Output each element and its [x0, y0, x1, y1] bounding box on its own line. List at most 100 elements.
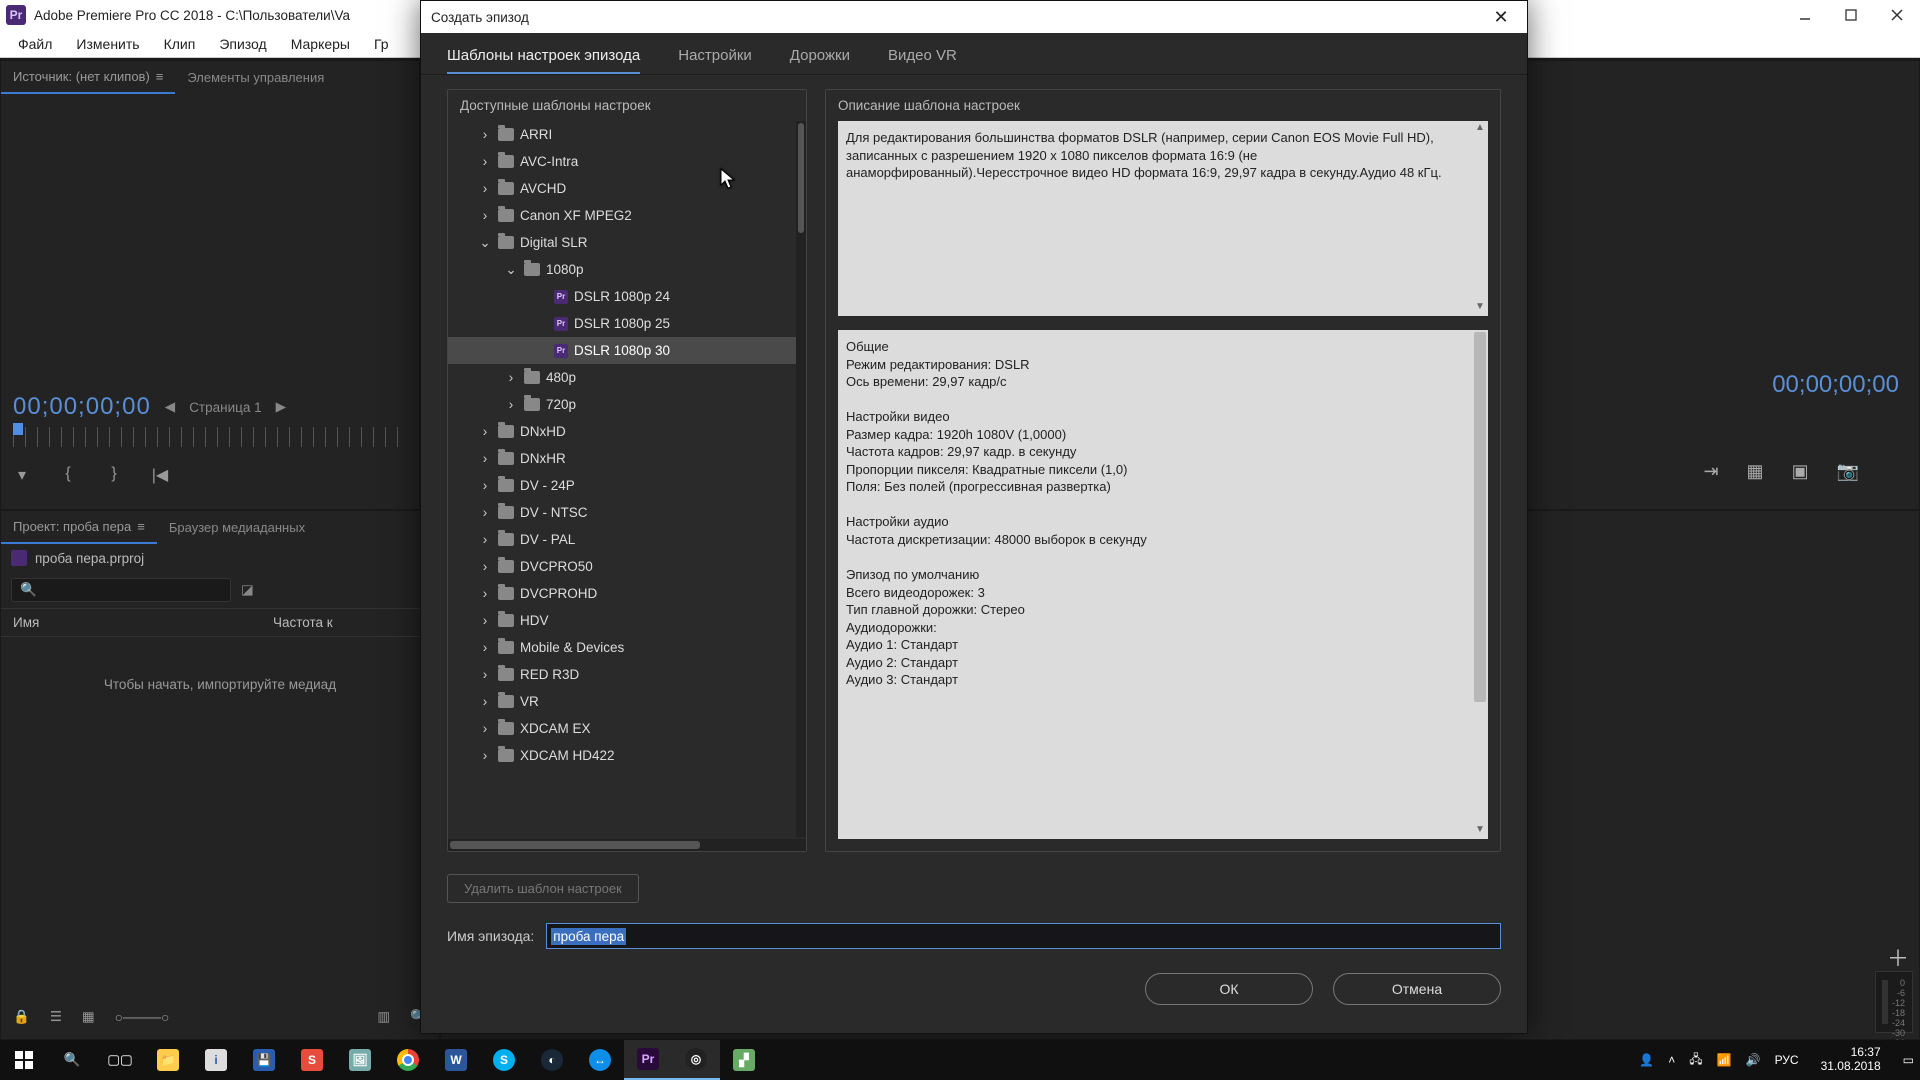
- overwrite-icon[interactable]: ▦: [1747, 461, 1764, 482]
- preset-folder[interactable]: ›XDCAM EX: [448, 715, 806, 742]
- column-rate[interactable]: Частота к: [273, 615, 333, 630]
- source-ruler[interactable]: [13, 427, 407, 447]
- lock-icon[interactable]: 🔒: [13, 1009, 30, 1025]
- chevron-right-icon[interactable]: ›: [478, 721, 492, 736]
- chevron-right-icon[interactable]: ›: [504, 370, 518, 385]
- tree-scrollbar[interactable]: [796, 121, 806, 837]
- step-back-icon[interactable]: |◀: [151, 465, 169, 485]
- delete-preset-button[interactable]: Удалить шаблон настроек: [447, 874, 639, 903]
- list-view-icon[interactable]: ☰: [50, 1009, 62, 1025]
- chevron-right-icon[interactable]: ›: [478, 154, 492, 169]
- preset-item[interactable]: PrDSLR 1080p 24: [448, 283, 806, 310]
- chevron-down-icon[interactable]: ⌄: [504, 262, 518, 278]
- preset-folder[interactable]: ›HDV: [448, 607, 806, 634]
- preset-folder[interactable]: ›DV - NTSC: [448, 499, 806, 526]
- preset-folder[interactable]: ›DVCPRO50: [448, 553, 806, 580]
- marker-icon[interactable]: ▾: [13, 465, 31, 485]
- menu-гр[interactable]: Гр: [362, 32, 401, 56]
- preset-folder[interactable]: ›AVCHD: [448, 175, 806, 202]
- chevron-right-icon[interactable]: ›: [478, 127, 492, 142]
- column-name[interactable]: Имя: [13, 615, 273, 630]
- dialog-tab-1[interactable]: Настройки: [678, 47, 752, 74]
- preset-item[interactable]: PrDSLR 1080p 25: [448, 310, 806, 337]
- project-tab[interactable]: Проект: проба пера ≡: [1, 511, 157, 544]
- preset-folder[interactable]: ›DNxHD: [448, 418, 806, 445]
- teamviewer-icon[interactable]: ↔: [576, 1040, 624, 1080]
- menu-клип[interactable]: Клип: [152, 32, 208, 56]
- preset-folder[interactable]: ›VR: [448, 688, 806, 715]
- taskbar-clock[interactable]: 16:37 31.08.2018: [1813, 1046, 1889, 1074]
- search-icon[interactable]: 🔍: [48, 1040, 96, 1080]
- chevron-right-icon[interactable]: ›: [478, 748, 492, 763]
- task-view-icon[interactable]: ▢▢: [96, 1040, 144, 1080]
- sequence-name-input[interactable]: проба пера: [546, 923, 1501, 949]
- chevron-right-icon[interactable]: ›: [478, 586, 492, 601]
- notifications-icon[interactable]: ▭: [1903, 1053, 1914, 1067]
- tray-wifi-icon[interactable]: 📶: [1717, 1053, 1732, 1067]
- export-frame-icon[interactable]: ▣: [1792, 461, 1809, 482]
- chevron-right-icon[interactable]: ›: [478, 181, 492, 196]
- playhead-icon[interactable]: [13, 423, 23, 435]
- app-icon-1[interactable]: 💾: [240, 1040, 288, 1080]
- chevron-left-icon[interactable]: ◀: [165, 399, 175, 415]
- project-search-input[interactable]: 🔍: [11, 578, 231, 602]
- dialog-tab-0[interactable]: Шаблоны настроек эпизода: [447, 47, 640, 74]
- chevron-right-icon[interactable]: ›: [478, 451, 492, 466]
- dialog-titlebar[interactable]: Создать эпизод ✕: [421, 1, 1527, 33]
- dialog-tab-2[interactable]: Дорожки: [790, 47, 850, 74]
- window-close-button[interactable]: [1874, 0, 1920, 30]
- chevron-right-icon[interactable]: ›: [478, 694, 492, 709]
- preset-folder[interactable]: ⌄1080p: [448, 256, 806, 283]
- preset-folder[interactable]: ›720p: [448, 391, 806, 418]
- icon-view-icon[interactable]: ▦: [82, 1009, 95, 1025]
- camera-icon[interactable]: 📷: [1837, 461, 1859, 482]
- insert-icon[interactable]: ⇥: [1703, 461, 1718, 482]
- new-bin-icon[interactable]: ▥: [377, 1009, 390, 1025]
- tray-people-icon[interactable]: 👤: [1639, 1053, 1654, 1067]
- info-icon[interactable]: i: [192, 1040, 240, 1080]
- preset-tree[interactable]: ›ARRI›AVC-Intra›AVCHD›Canon XF MPEG2⌄Dig…: [448, 121, 806, 837]
- app-icon-4[interactable]: ▞: [720, 1040, 768, 1080]
- menu-изменить[interactable]: Изменить: [64, 32, 151, 56]
- zoom-slider[interactable]: ○────○: [115, 1010, 170, 1025]
- tray-volume-icon[interactable]: 🔊: [1746, 1053, 1761, 1067]
- file-explorer-icon[interactable]: 📁: [144, 1040, 192, 1080]
- app-icon-2[interactable]: S: [288, 1040, 336, 1080]
- skype-icon[interactable]: S: [480, 1040, 528, 1080]
- chevron-right-icon[interactable]: ›: [478, 613, 492, 628]
- preset-folder[interactable]: ›Canon XF MPEG2: [448, 202, 806, 229]
- preset-folder[interactable]: ›AVC-Intra: [448, 148, 806, 175]
- chevron-right-icon[interactable]: ›: [504, 397, 518, 412]
- preset-folder[interactable]: ›DV - 24P: [448, 472, 806, 499]
- menu-файл[interactable]: Файл: [6, 32, 64, 56]
- preset-folder[interactable]: ›XDCAM HD422: [448, 742, 806, 769]
- filter-icon[interactable]: ◪: [241, 582, 254, 598]
- tray-up-icon[interactable]: ˄: [1668, 1053, 1675, 1067]
- preset-folder[interactable]: ›DV - PAL: [448, 526, 806, 553]
- chevron-right-icon[interactable]: ▶: [276, 399, 286, 415]
- chevron-right-icon[interactable]: ›: [478, 532, 492, 547]
- chevron-right-icon[interactable]: ›: [478, 208, 492, 223]
- description-scrollbar[interactable]: ▲▼: [1472, 121, 1488, 316]
- dialog-close-button[interactable]: ✕: [1485, 7, 1517, 28]
- obs-icon[interactable]: ◎: [672, 1040, 720, 1080]
- preset-folder[interactable]: ⌄Digital SLR: [448, 229, 806, 256]
- in-point-icon[interactable]: {: [59, 465, 77, 485]
- add-button[interactable]: ＋: [1887, 941, 1909, 973]
- tray-lang[interactable]: РУС: [1775, 1053, 1799, 1067]
- start-button[interactable]: [0, 1040, 48, 1080]
- chevron-right-icon[interactable]: ›: [478, 667, 492, 682]
- chrome-icon[interactable]: [384, 1040, 432, 1080]
- effect-controls-tab[interactable]: Элементы управления: [175, 61, 336, 94]
- dialog-tab-3[interactable]: Видео VR: [888, 47, 957, 74]
- media-browser-tab[interactable]: Браузер медиаданных: [157, 511, 317, 544]
- chevron-right-icon[interactable]: ›: [478, 424, 492, 439]
- tray-network-icon[interactable]: 🖧: [1689, 1050, 1702, 1071]
- chevron-right-icon[interactable]: ›: [478, 559, 492, 574]
- preset-folder[interactable]: ›RED R3D: [448, 661, 806, 688]
- menu-эпизод[interactable]: Эпизод: [207, 32, 278, 56]
- word-icon[interactable]: W: [432, 1040, 480, 1080]
- tree-hscrollbar[interactable]: [448, 839, 806, 851]
- chevron-right-icon[interactable]: ›: [478, 478, 492, 493]
- chevron-down-icon[interactable]: ⌄: [478, 235, 492, 251]
